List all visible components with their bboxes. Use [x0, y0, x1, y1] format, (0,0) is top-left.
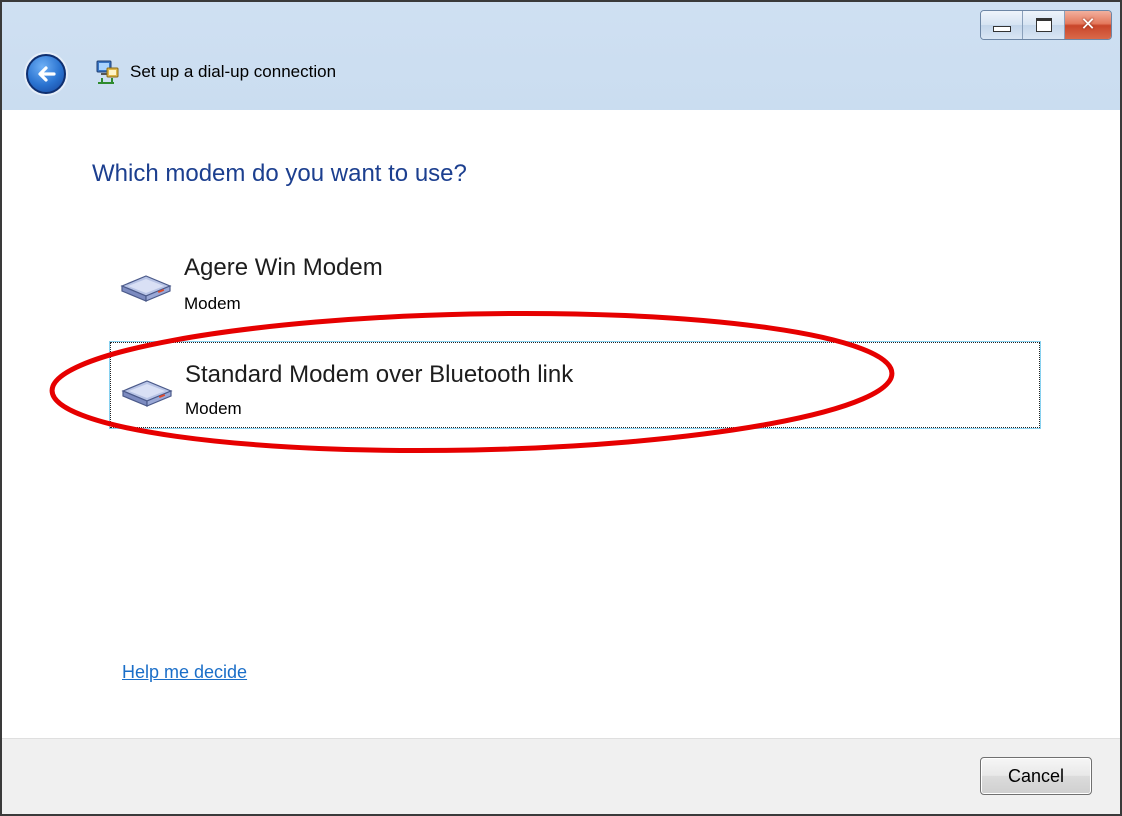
modem-option-agere[interactable]: Agere Win Modem Modem [110, 238, 1040, 324]
back-button[interactable] [26, 54, 66, 94]
window-title: Set up a dial-up connection [130, 62, 337, 81]
help-me-decide-link[interactable]: Help me decide [122, 662, 247, 683]
minimize-icon [992, 26, 1011, 32]
maximize-button[interactable] [1023, 11, 1065, 39]
maximize-icon [1035, 18, 1052, 32]
content-area: Which modem do you want to use? Agere Wi… [2, 110, 1120, 738]
close-icon: ✕ [1080, 14, 1096, 35]
network-connection-icon [96, 60, 119, 84]
modem-icon [120, 275, 172, 302]
modem-type: Modem [185, 399, 242, 418]
modem-type: Modem [184, 294, 241, 313]
modem-name: Standard Modem over Bluetooth link [185, 361, 574, 388]
dialog-window: ✕ Set up a dial-up connection Which mode… [0, 0, 1122, 816]
dialog-footer: Cancel [2, 738, 1120, 814]
minimize-button[interactable] [981, 11, 1023, 39]
modem-name: Agere Win Modem [184, 254, 383, 281]
title-bar: ✕ Set up a dial-up connection [2, 2, 1120, 110]
page-heading: Which modem do you want to use? [92, 160, 467, 187]
cancel-button[interactable]: Cancel [980, 757, 1092, 795]
modem-option-bluetooth[interactable]: Standard Modem over Bluetooth link Modem [109, 341, 1041, 429]
window-controls: ✕ [980, 10, 1112, 40]
modem-icon [121, 380, 173, 407]
close-button[interactable]: ✕ [1065, 11, 1111, 39]
back-arrow-icon [38, 66, 56, 82]
